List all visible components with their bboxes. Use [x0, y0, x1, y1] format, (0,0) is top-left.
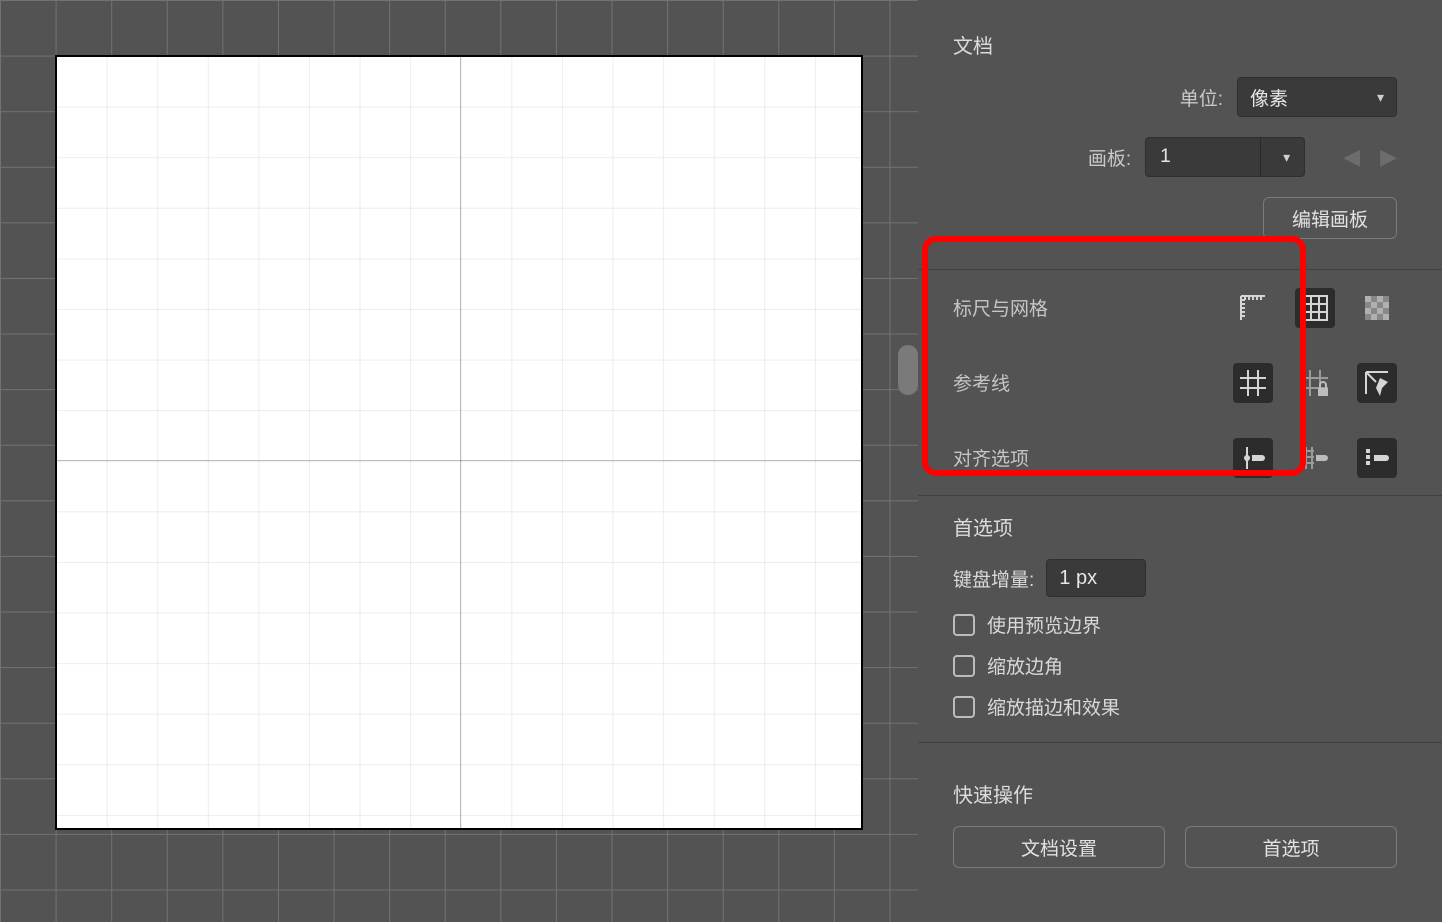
snap-to-pixel-button[interactable] [1357, 438, 1397, 478]
guides-toggle-button[interactable] [1233, 363, 1273, 403]
guides-lock-button[interactable] [1295, 363, 1335, 403]
scale-strokes-label: 缩放描边和效果 [987, 693, 1120, 720]
divider [918, 742, 1442, 743]
snap-label: 对齐选项 [953, 444, 1233, 471]
artboard-label: 画板: [1088, 144, 1131, 171]
keyboard-increment-input[interactable] [1046, 559, 1146, 597]
unit-value: 像素 [1250, 84, 1288, 111]
artboard-prev-button[interactable]: ◀ [1343, 144, 1360, 170]
smart-guides-icon [1362, 368, 1392, 398]
smart-guides-button[interactable] [1357, 363, 1397, 403]
rulers-toggle-button[interactable] [1233, 288, 1273, 328]
transparency-grid-icon [1362, 293, 1392, 323]
section-title-prefs: 首选项 [953, 512, 1397, 541]
use-preview-bounds-label: 使用预览边界 [987, 611, 1101, 638]
checkbox-icon [953, 614, 975, 636]
snap-to-point-button[interactable] [1233, 438, 1273, 478]
section-title-document: 文档 [953, 30, 1397, 59]
artboard-select[interactable]: 1 ▾ [1145, 137, 1305, 177]
panel-resize-handle[interactable] [898, 345, 918, 395]
guides-label: 参考线 [953, 369, 1233, 396]
unit-label: 单位: [1180, 84, 1223, 111]
scale-corners-label: 缩放边角 [987, 652, 1063, 679]
chevron-down-icon: ▾ [1283, 149, 1290, 166]
artboard[interactable] [55, 55, 863, 830]
snap-to-grid-icon [1300, 443, 1330, 473]
scale-strokes-checkbox[interactable]: 缩放描边和效果 [953, 693, 1397, 720]
snap-to-point-icon [1238, 443, 1268, 473]
snap-to-pixel-icon [1362, 443, 1392, 473]
checkbox-icon [953, 655, 975, 677]
rulers-icon [1238, 293, 1268, 323]
artboard-value: 1 [1146, 146, 1260, 168]
preferences-button[interactable]: 首选项 [1185, 826, 1397, 868]
snap-to-grid-button[interactable] [1295, 438, 1335, 478]
guides-lock-icon [1300, 368, 1330, 398]
document-setup-button[interactable]: 文档设置 [953, 826, 1165, 868]
checkbox-icon [953, 696, 975, 718]
artboard-next-button[interactable]: ▶ [1380, 144, 1397, 170]
keyboard-increment-row: 键盘增量: [953, 559, 1397, 597]
unit-row: 单位: 像素 ▾ [953, 77, 1397, 117]
transparency-grid-button[interactable] [1357, 288, 1397, 328]
edit-artboards-button[interactable]: 编辑画板 [1263, 197, 1397, 239]
scale-corners-checkbox[interactable]: 缩放边角 [953, 652, 1397, 679]
rulers-grid-label: 标尺与网格 [953, 294, 1233, 321]
grid-icon [1300, 293, 1330, 323]
unit-select[interactable]: 像素 ▾ [1237, 77, 1397, 117]
snap-row: 对齐选项 [953, 420, 1397, 495]
guides-row: 参考线 [953, 345, 1397, 420]
chevron-down-icon: ▾ [1377, 89, 1384, 106]
properties-panel: 文档 单位: 像素 ▾ 画板: 1 ▾ ◀ ▶ 编辑画板 标尺与网格 [918, 0, 1442, 922]
guides-icon [1238, 368, 1268, 398]
section-title-quick-actions: 快速操作 [953, 779, 1397, 808]
canvas-area[interactable] [0, 0, 918, 922]
grid-toggle-button[interactable] [1295, 288, 1335, 328]
artboard-row: 画板: 1 ▾ ◀ ▶ [953, 137, 1397, 177]
keyboard-increment-label: 键盘增量: [953, 565, 1034, 592]
divider [918, 495, 1442, 496]
use-preview-bounds-checkbox[interactable]: 使用预览边界 [953, 611, 1397, 638]
rulers-grid-row: 标尺与网格 [953, 270, 1397, 345]
